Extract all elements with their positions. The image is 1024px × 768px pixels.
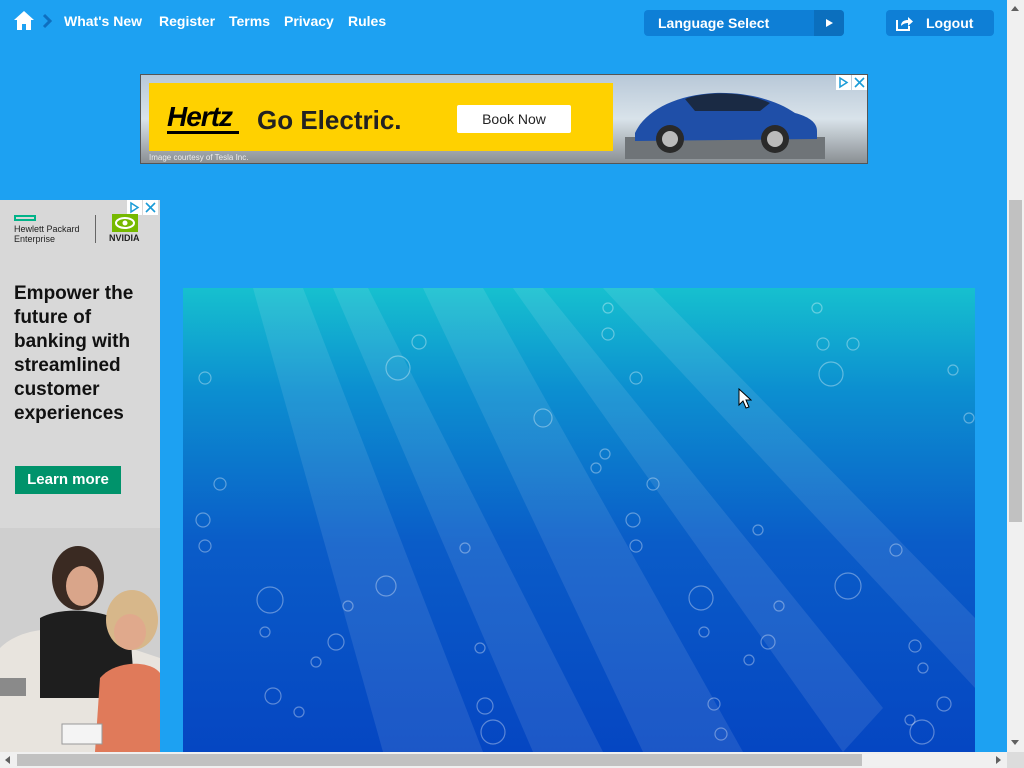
side-ad[interactable]: Hewlett Packard Enterprise NVIDIA Empowe… — [0, 200, 160, 752]
book-now-button[interactable]: Book Now — [457, 105, 571, 133]
banner-ad[interactable]: Hertz Go Electric. Book Now Image courte… — [140, 74, 868, 164]
nav-link-register[interactable]: Register — [159, 13, 215, 29]
hpe-logo-text: Hewlett Packard Enterprise — [14, 224, 80, 244]
game-canvas[interactable] — [183, 288, 975, 752]
hertz-logo: Hertz — [167, 101, 233, 132]
chevron-right-icon — [42, 13, 52, 29]
close-icon[interactable] — [852, 75, 867, 90]
learn-more-button[interactable]: Learn more — [15, 466, 121, 494]
language-select-label: Language Select — [658, 15, 770, 31]
ad-choices-icon[interactable] — [127, 200, 142, 215]
share-arrow-icon — [896, 17, 913, 31]
language-select-button[interactable]: Language Select — [644, 10, 844, 36]
nav-link-privacy[interactable]: Privacy — [284, 13, 334, 29]
ad-choices-icon[interactable] — [836, 75, 851, 90]
banner-ad-headline: Go Electric. — [257, 105, 402, 135]
horizontal-scroll-thumb[interactable] — [17, 754, 862, 766]
nvidia-logo-text: NVIDIA — [109, 233, 140, 243]
scroll-down-arrow-icon[interactable] — [1011, 740, 1019, 745]
nav-link-whats-new[interactable]: What's New — [64, 13, 142, 29]
scrollbar-corner — [1007, 752, 1024, 768]
people-photo — [0, 528, 160, 752]
nvidia-eye-icon — [112, 214, 138, 232]
vertical-scrollbar[interactable] — [1007, 0, 1024, 752]
scroll-right-arrow-icon[interactable] — [996, 756, 1001, 764]
mouse-cursor-icon — [738, 388, 752, 409]
nav-link-rules[interactable]: Rules — [348, 13, 386, 29]
horizontal-scrollbar[interactable] — [0, 752, 1007, 768]
side-ad-headline: Empower the future of banking with strea… — [14, 283, 134, 424]
home-icon[interactable] — [13, 10, 35, 32]
scroll-up-arrow-icon[interactable] — [1011, 6, 1019, 11]
hertz-logo-underline — [167, 131, 239, 134]
vertical-scroll-thumb[interactable] — [1009, 200, 1022, 522]
scroll-left-arrow-icon[interactable] — [5, 756, 10, 764]
underwater-scene — [195, 288, 975, 752]
logout-button[interactable]: Logout — [886, 10, 994, 36]
logout-label: Logout — [926, 15, 974, 31]
top-navigation: What's New Register Terms Privacy Rules … — [0, 0, 1007, 44]
play-arrow-icon — [814, 10, 844, 36]
close-icon[interactable] — [143, 200, 158, 215]
ad-logo-divider — [95, 215, 96, 243]
banner-ad-credit: Image courtesy of Tesla Inc. — [149, 153, 249, 162]
banner-ad-panel: Hertz Go Electric. Book Now — [149, 83, 613, 151]
hpe-logo-mark — [14, 215, 36, 221]
car-image — [625, 92, 825, 159]
nav-link-terms[interactable]: Terms — [229, 13, 270, 29]
